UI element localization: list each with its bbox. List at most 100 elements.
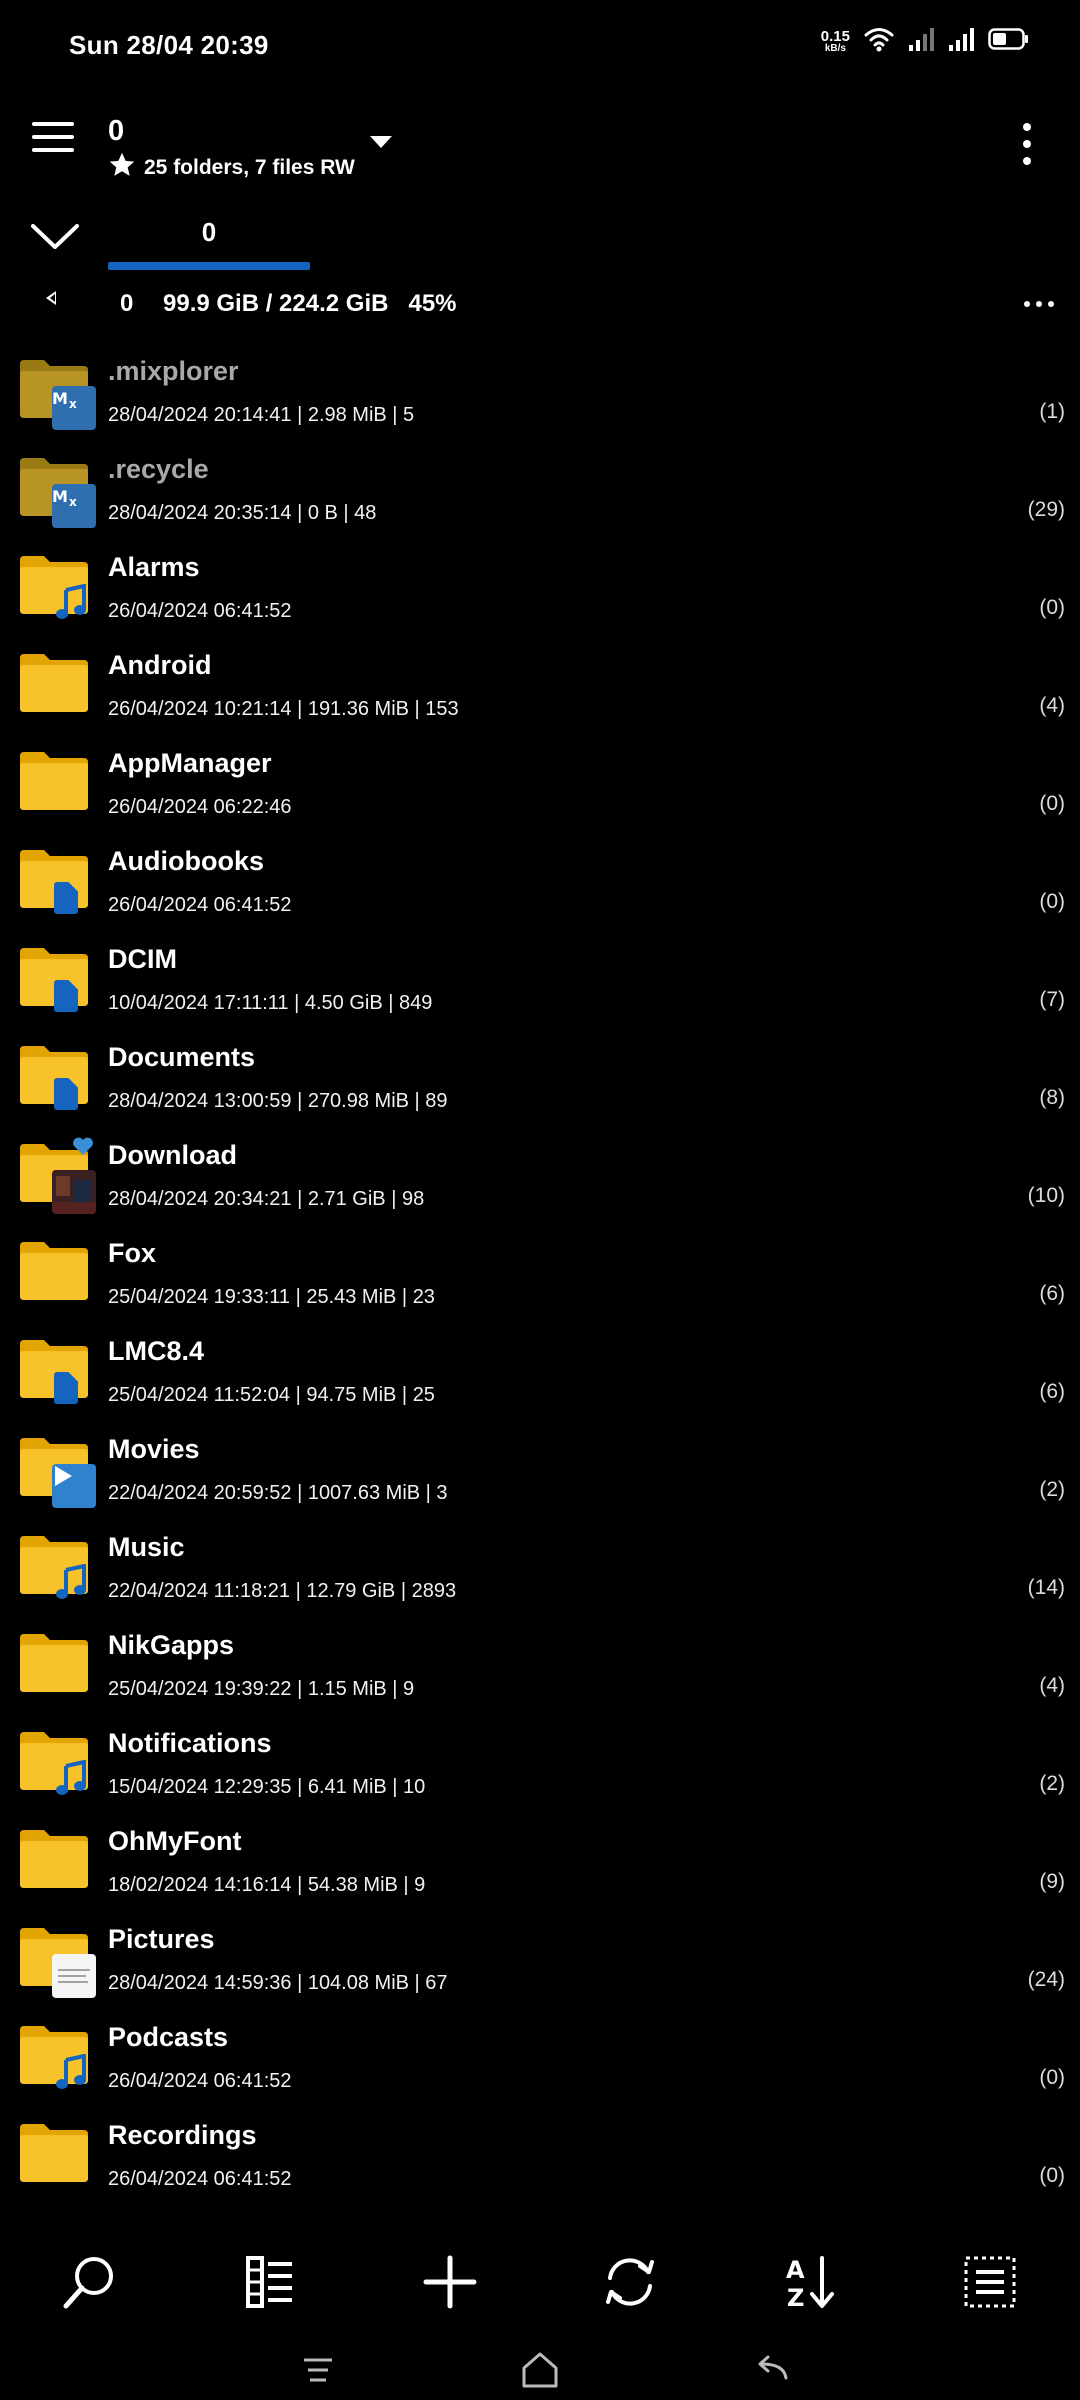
item-count: (2) [1039, 1478, 1065, 1501]
storage-info: 99.9 GiB / 224.2 GiB 45% [163, 290, 457, 318]
list-item[interactable]: Fox 25/04/2024 19:33:11 | 25.43 MiB | 23 (… [0, 1226, 1080, 1324]
add-icon[interactable] [418, 2250, 482, 2314]
path-root[interactable]: 0 [120, 290, 133, 318]
list-item[interactable]: Recordings 26/04/2024 06:41:52 (0) [0, 2108, 1080, 2206]
item-count: (9) [1039, 1870, 1065, 1893]
svg-text:M: M [52, 487, 68, 506]
folder-icon [18, 1926, 96, 1998]
item-count: (29) [1027, 498, 1065, 521]
mixplorer-badge-icon: Mx [52, 484, 96, 528]
list-item[interactable]: Audiobooks 26/04/2024 06:41:52 (0) [0, 834, 1080, 932]
path-more-icon[interactable] [1024, 301, 1054, 307]
more-options-button[interactable] [1020, 123, 1034, 165]
list-item[interactable]: Music 22/04/2024 11:18:21 | 12.79 GiB | 2… [0, 1520, 1080, 1618]
network-speed-value: 0.15 [820, 28, 850, 45]
file-details: 25/04/2024 19:33:11 | 25.43 MiB | 23 [108, 1286, 435, 1308]
list-item[interactable]: Download 28/04/2024 20:34:21 | 2.71 GiB |… [0, 1128, 1080, 1226]
folder-icon [18, 1137, 96, 1214]
list-item[interactable]: AppManager 26/04/2024 06:22:46 (0) [0, 736, 1080, 834]
storage-usage: 99.9 GiB / 224.2 GiB [163, 290, 389, 317]
chevron-down-icon[interactable] [370, 136, 392, 148]
list-item[interactable]: Podcasts 26/04/2024 06:41:52 (0) [0, 2010, 1080, 2108]
folder-icon [18, 750, 90, 812]
status-bar: Sun 28/04 20:39 0.15 kB/s [0, 0, 1080, 96]
file-name: Alarms [108, 552, 200, 582]
svg-text:Z: Z [787, 2284, 804, 2312]
list-item[interactable]: Android 26/04/2024 10:21:14 | 191.36 MiB … [0, 638, 1080, 736]
folder-icon [18, 2122, 90, 2184]
file-details: 26/04/2024 06:41:52 [108, 2070, 292, 2092]
select-icon[interactable] [958, 2250, 1022, 2314]
menu-button[interactable] [32, 122, 76, 156]
view-mode-icon[interactable] [238, 2250, 302, 2314]
folder-icon [18, 554, 90, 619]
path-back-icon[interactable] [46, 291, 56, 305]
music-note-icon [54, 1760, 98, 1804]
file-details: 15/04/2024 12:29:35 | 6.41 MiB | 10 [108, 1776, 426, 1798]
folder-summary[interactable]: 25 folders, 7 files RW [108, 151, 355, 185]
file-details: 10/04/2024 17:11:11 | 4.50 GiB | 849 [108, 992, 433, 1014]
file-details: 28/04/2024 13:00:59 | 270.98 MiB | 89 [108, 1090, 448, 1112]
storage-percent: 45% [408, 290, 457, 317]
item-count: (0) [1039, 2164, 1065, 2187]
item-count: (14) [1027, 1576, 1065, 1599]
file-name: OhMyFont [108, 1826, 242, 1856]
music-note-icon [54, 584, 98, 628]
list-item[interactable]: Movies 22/04/2024 20:59:52 | 1007.63 MiB … [0, 1422, 1080, 1520]
file-name: Audiobooks [108, 846, 264, 876]
file-name: Movies [108, 1434, 200, 1464]
file-details: 26/04/2024 06:41:52 [108, 2168, 292, 2190]
list-item[interactable]: NikGapps 25/04/2024 19:39:22 | 1.15 MiB |… [0, 1618, 1080, 1716]
file-name: Android [108, 650, 212, 680]
file-name: LMC8.4 [108, 1336, 205, 1366]
item-count: (0) [1039, 792, 1065, 815]
recents-icon[interactable] [294, 2348, 342, 2392]
wifi-icon [864, 26, 894, 57]
file-name: Notifications [108, 1728, 272, 1758]
file-name: DCIM [108, 944, 177, 974]
collapse-icon[interactable] [30, 222, 80, 252]
music-note-icon [54, 2054, 98, 2098]
list-item[interactable]: OhMyFont 18/02/2024 14:16:14 | 54.38 MiB … [0, 1814, 1080, 1912]
svg-text:M: M [52, 389, 68, 408]
folder-icon: Mx [18, 456, 96, 528]
folder-icon [18, 1534, 90, 1599]
file-details: 28/04/2024 20:35:14 | 0 B | 48 [108, 502, 377, 524]
refresh-icon[interactable] [598, 2250, 662, 2314]
battery-icon [988, 27, 1030, 56]
search-icon[interactable] [58, 2250, 122, 2314]
list-item[interactable]: Mx .mixplorer 28/04/2024 20:14:41 | 2.98 M… [0, 344, 1080, 442]
svg-text:A: A [786, 2256, 805, 2284]
tab-label: 0 [201, 217, 217, 247]
home-icon[interactable] [516, 2348, 564, 2392]
file-name: Pictures [108, 1924, 215, 1954]
sort-icon[interactable]: A Z [778, 2250, 842, 2314]
file-details: 28/04/2024 20:14:41 | 2.98 MiB | 5 [108, 404, 415, 426]
list-item[interactable]: LMC8.4 25/04/2024 11:52:04 | 94.75 MiB | … [0, 1324, 1080, 1422]
back-icon[interactable] [746, 2348, 794, 2392]
list-item[interactable]: Mx .recycle 28/04/2024 20:35:14 | 0 B | 48… [0, 442, 1080, 540]
file-details: 26/04/2024 06:41:52 [108, 894, 292, 916]
file-details: 18/02/2024 14:16:14 | 54.38 MiB | 9 [108, 1874, 426, 1896]
list-item[interactable]: Alarms 26/04/2024 06:41:52 (0) [0, 540, 1080, 638]
list-item[interactable]: Pictures 28/04/2024 14:59:36 | 104.08 MiB… [0, 1912, 1080, 2010]
tab-0[interactable]: 0 [108, 212, 310, 272]
folder-icon [18, 946, 90, 1012]
item-count: (4) [1039, 694, 1065, 717]
item-count: (0) [1039, 596, 1065, 619]
page-title[interactable]: 0 [108, 115, 124, 148]
file-details: 25/04/2024 11:52:04 | 94.75 MiB | 25 [108, 1384, 435, 1406]
folder-icon [18, 652, 90, 714]
list-item[interactable]: Documents 28/04/2024 13:00:59 | 270.98 Mi… [0, 1030, 1080, 1128]
item-count: (24) [1027, 1968, 1065, 1991]
thumbnail-image [52, 1954, 96, 1998]
thumbnail-image [52, 1170, 96, 1214]
list-item[interactable]: Notifications 15/04/2024 12:29:35 | 6.41 … [0, 1716, 1080, 1814]
folder-icon [18, 1338, 90, 1404]
signal-icon [948, 26, 974, 57]
file-name: Download [108, 1140, 237, 1170]
list-item[interactable]: DCIM 10/04/2024 17:11:11 | 4.50 GiB | 849… [0, 932, 1080, 1030]
file-name: Fox [108, 1238, 157, 1268]
music-note-icon [54, 1564, 98, 1608]
network-speed-unit: kB/s [824, 43, 846, 54]
